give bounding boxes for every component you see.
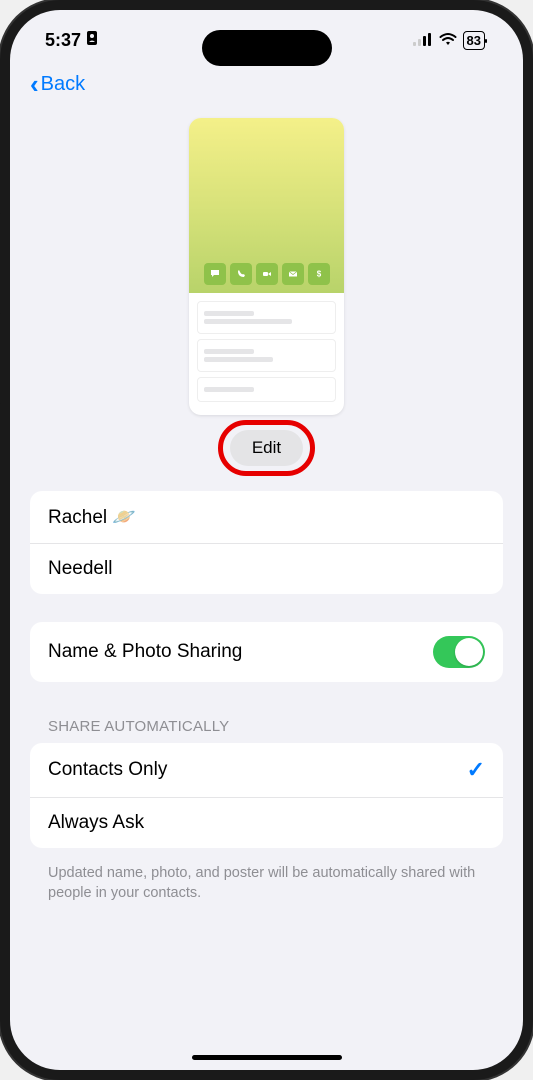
checkmark-icon: ✓ [467, 757, 485, 783]
option-contacts-only[interactable]: Contacts Only ✓ [30, 743, 503, 797]
first-name-field[interactable]: Rachel 🪐 [30, 491, 503, 543]
sharing-label: Name & Photo Sharing [48, 641, 242, 663]
contact-card-icon [85, 30, 99, 51]
chevron-left-icon: ‹ [30, 69, 39, 100]
contact-poster-preview[interactable]: $ [30, 118, 503, 415]
wifi-icon [439, 30, 457, 51]
cellular-signal-icon [413, 30, 433, 51]
back-button[interactable]: ‹ Back [30, 69, 503, 100]
status-time: 5:37 [45, 30, 81, 51]
pay-icon: $ [308, 263, 330, 285]
back-label: Back [41, 73, 85, 96]
video-icon [256, 263, 278, 285]
message-icon [204, 263, 226, 285]
first-name-value: Rachel 🪐 [48, 505, 136, 529]
option-always-ask[interactable]: Always Ask [30, 797, 503, 848]
always-ask-label: Always Ask [48, 812, 144, 834]
contacts-only-label: Contacts Only [48, 759, 167, 781]
home-indicator[interactable] [192, 1055, 342, 1060]
dynamic-island [202, 30, 332, 66]
name-photo-sharing-row: Name & Photo Sharing [30, 622, 503, 682]
call-icon [230, 263, 252, 285]
edit-label: Edit [252, 438, 281, 457]
battery-icon: 83 [463, 31, 488, 50]
mail-icon [282, 263, 304, 285]
sharing-toggle[interactable] [433, 636, 485, 668]
share-auto-header: SHARE AUTOMATICALLY [30, 710, 503, 743]
last-name-value: Needell [48, 558, 112, 580]
edit-button[interactable]: Edit [230, 430, 303, 466]
share-auto-footer: Updated name, photo, and poster will be … [30, 856, 503, 911]
svg-text:$: $ [316, 270, 321, 279]
last-name-field[interactable]: Needell [30, 543, 503, 594]
